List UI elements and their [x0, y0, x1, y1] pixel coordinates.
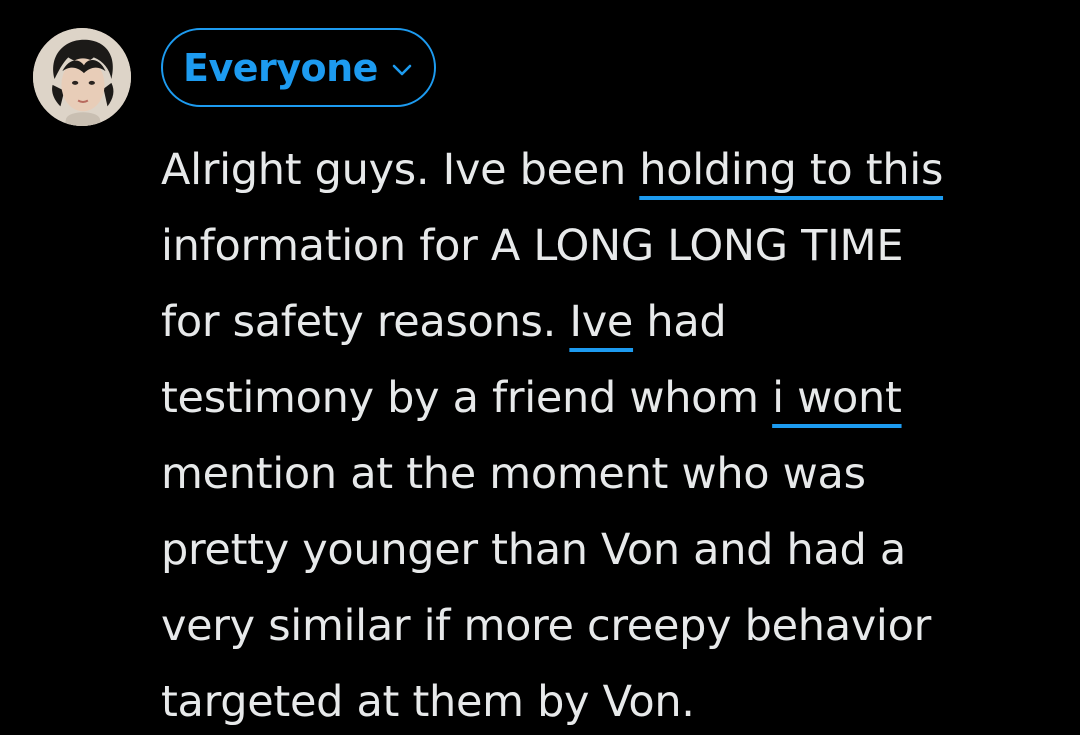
text-line: for safety reasons. Ive had [161, 284, 1061, 360]
text-segment: very similar if more creepy behavior [161, 601, 931, 651]
text-line: pretty younger than Von and had a [161, 512, 1061, 588]
spellcheck-flagged-word[interactable]: holding to this [639, 145, 943, 195]
text-line: targeted at them by Von. [161, 664, 1061, 735]
text-line: Alright guys. Ive been holding to this [161, 132, 1061, 208]
text-segment: for safety reasons. [161, 297, 570, 347]
text-segment: pretty younger than Von and had a [161, 525, 906, 575]
text-line: very similar if more creepy behavior [161, 588, 1061, 664]
text-segment: Alright guys. Ive been [161, 145, 640, 195]
text-segment: targeted at them by Von. [161, 677, 695, 727]
chevron-down-icon [392, 64, 412, 75]
post-text-area[interactable]: Alright guys. Ive been holding to this in… [161, 132, 1061, 735]
text-line: information for A LONG LONG TIME [161, 208, 1061, 284]
text-line: mention at the moment who was [161, 436, 1061, 512]
user-avatar[interactable] [33, 28, 131, 126]
spellcheck-flagged-word[interactable]: i wont [772, 373, 902, 423]
compose-screen: Everyone Alright guys. Ive been holding … [0, 0, 1080, 735]
text-segment: testimony by a friend whom [161, 373, 773, 423]
avatar-illustration-icon [33, 28, 131, 126]
audience-selector-button[interactable]: Everyone [161, 28, 436, 107]
text-segment: had [633, 297, 727, 347]
text-line: testimony by a friend whom i wont [161, 360, 1061, 436]
text-segment: information for A LONG LONG TIME [161, 221, 904, 271]
spellcheck-flagged-word[interactable]: Ive [569, 297, 633, 347]
text-segment: mention at the moment who was [161, 449, 866, 499]
audience-label: Everyone [183, 45, 378, 90]
